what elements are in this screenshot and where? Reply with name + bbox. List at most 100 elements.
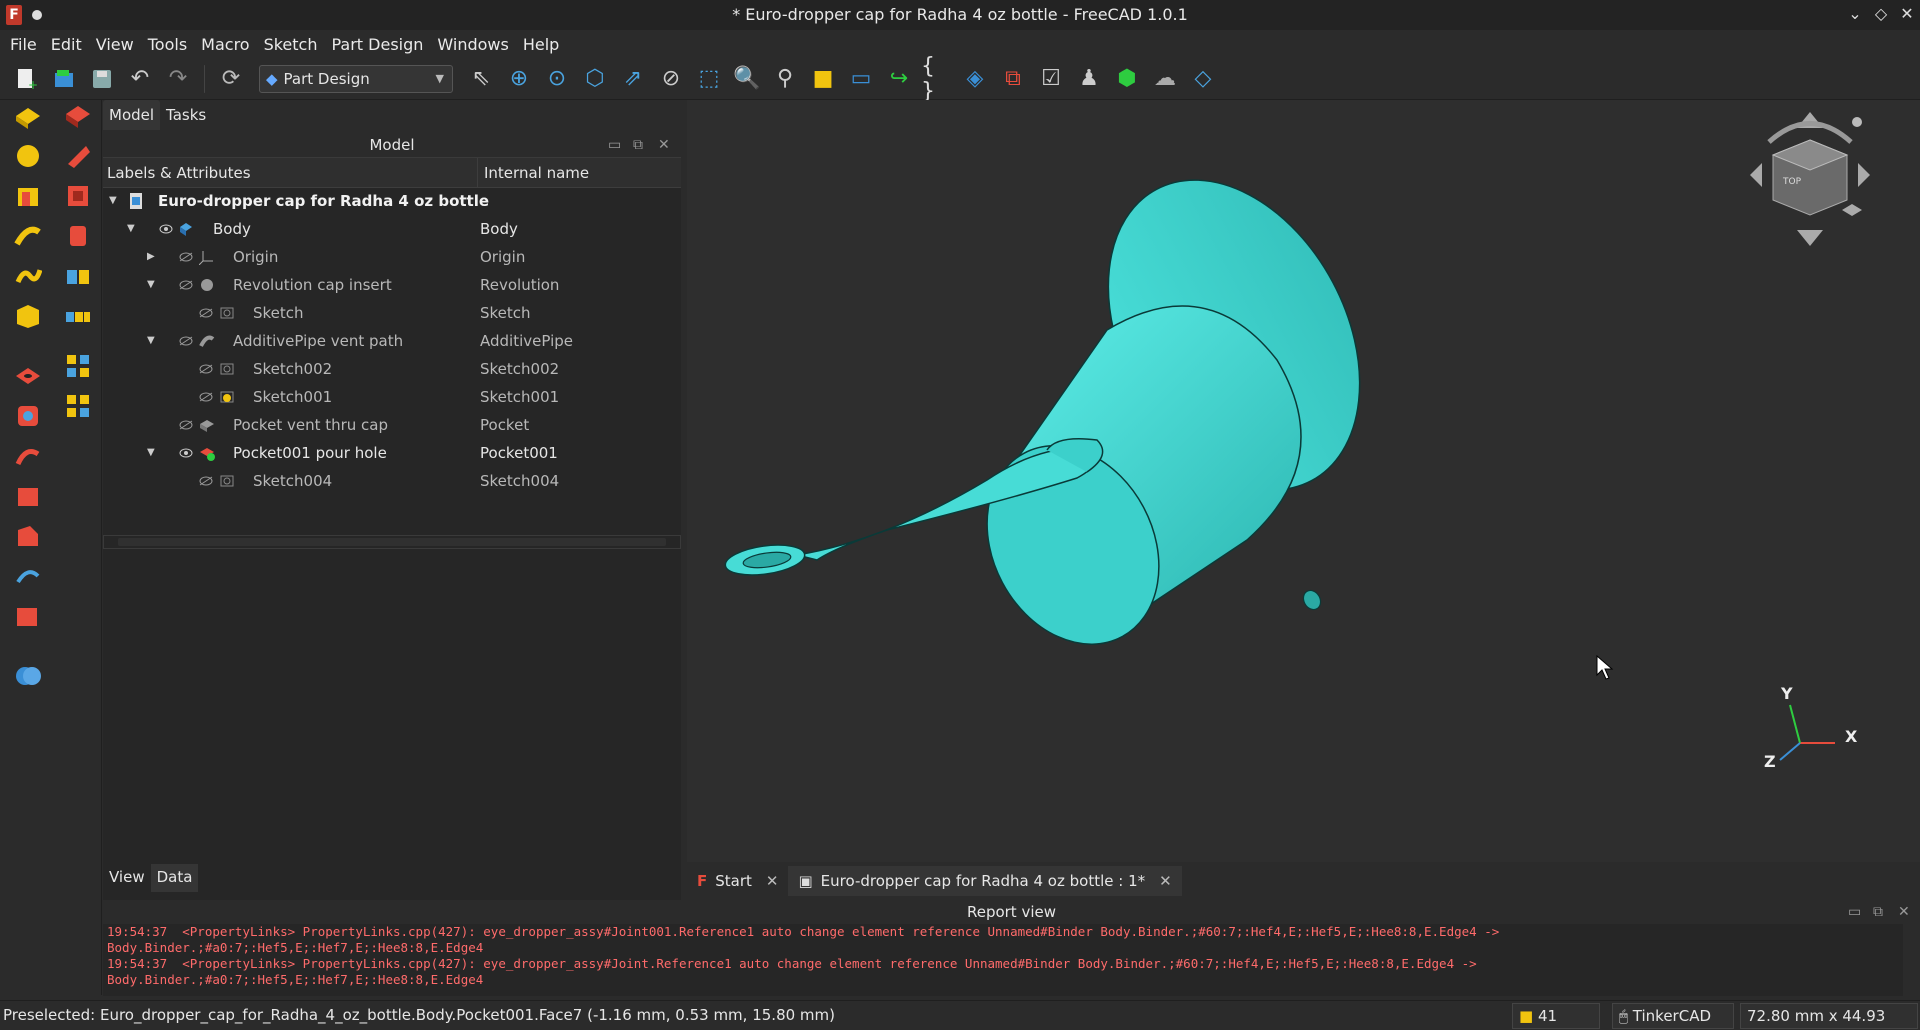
sub-shape-binder-icon[interactable]: ☁ [1149,63,1181,95]
eye-hidden-icon[interactable] [199,364,213,374]
chevron-down-icon[interactable]: ▼ [127,215,135,243]
whats-this-icon[interactable]: ⇖ [465,63,497,95]
draw-style-icon[interactable]: ⊘ [655,63,687,95]
chevron-down-icon[interactable]: ▼ [147,327,155,355]
chevron-right-icon[interactable]: ▶ [147,243,155,271]
multi-transform-icon[interactable] [62,390,94,422]
eye-hidden-icon[interactable] [179,336,193,346]
eye-icon[interactable] [159,224,173,234]
panel-undock-icon[interactable]: ⧉ [633,133,643,157]
chamfer-icon[interactable] [12,520,44,552]
maximize-icon[interactable]: ◇ [1874,4,1888,23]
3d-view[interactable]: TOP X Y Z [687,100,1920,862]
new-document-icon[interactable]: + [10,63,42,95]
boolean-icon[interactable] [12,660,44,692]
tree-item-body[interactable]: ▼ Body Body [103,215,681,243]
save-icon[interactable] [86,63,118,95]
thickness-icon[interactable] [12,600,44,632]
tab-tasks[interactable]: Tasks [160,100,212,130]
close-tab-icon[interactable]: ✕ [766,872,779,890]
fit-selection-icon[interactable]: ⊙ [541,63,573,95]
tree-item-revolution[interactable]: ▼ Revolution cap insert Revolution [103,271,681,299]
workbench-selector[interactable]: ◆ Part Design ▼ [259,64,453,93]
create-sketch-icon[interactable]: ⧉ [997,63,1029,95]
tree-item-sketch002[interactable]: Sketch002 Sketch002 [103,355,681,383]
menu-windows[interactable]: Windows [437,35,508,54]
panel-undock-icon[interactable]: ⧉ [1873,904,1883,920]
refresh-icon[interactable]: ⟳ [215,63,247,95]
eye-hidden-icon[interactable] [179,280,193,290]
additive-primitive-icon[interactable] [12,300,44,332]
navigation-cube[interactable]: TOP [1750,112,1870,246]
validate-sketch-icon[interactable]: ☑ [1035,63,1067,95]
redo-icon[interactable]: ↷ [162,63,194,95]
link-icon[interactable]: ↪ [883,63,915,95]
pad-icon[interactable] [12,100,44,132]
tree-item-document[interactable]: ▼ Euro-dropper cap for Radha 4 oz bottle [103,187,681,215]
menu-sketch[interactable]: Sketch [264,35,318,54]
subtractive-primitive-icon[interactable] [12,400,44,432]
additive-loft-icon[interactable] [12,180,44,212]
polar-pattern-icon[interactable] [62,350,94,382]
window-menu-icon[interactable] [32,10,42,20]
panel-close-icon[interactable]: ✕ [658,133,670,157]
menu-tools[interactable]: Tools [148,35,187,54]
freecad-logo-icon[interactable]: F [6,5,22,25]
tab-model[interactable]: Model [103,100,161,130]
fit-all-icon[interactable]: ⊕ [503,63,535,95]
eye-hidden-icon[interactable] [199,392,213,402]
chevron-down-icon[interactable]: ▼ [147,271,155,299]
model-render[interactable]: TOP X Y Z [687,100,1920,862]
tree-item-sketch[interactable]: Sketch Sketch [103,299,681,327]
undo-icon[interactable]: ↶ [124,63,156,95]
tree-item-additive-pipe[interactable]: ▼ AdditivePipe vent path AdditivePipe [103,327,681,355]
additive-pipe-icon[interactable] [12,220,44,252]
vent-hole[interactable] [1300,587,1324,612]
subtractive-loft-icon[interactable] [62,180,94,212]
panel-float-icon[interactable]: ▭ [1848,904,1861,920]
clone-icon[interactable]: ⬢ [1111,63,1143,95]
subtractive-helix-icon[interactable] [12,440,44,472]
menu-view[interactable]: View [96,35,134,54]
eye-hidden-icon[interactable] [179,420,193,430]
notification-counter[interactable]: ■ 41 [1512,1003,1600,1029]
tree-item-pocket001[interactable]: ▼ Pocket001 pour hole Pocket001 [103,439,681,467]
eye-hidden-icon[interactable] [199,308,213,318]
tree-item-sketch001[interactable]: Sketch001 Sketch001 [103,383,681,411]
measure-icon[interactable]: ⇗ [617,63,649,95]
close-tab-icon[interactable]: ✕ [1159,872,1172,890]
column-labels-attributes[interactable]: Labels & Attributes [107,158,251,188]
datum-plane-icon[interactable]: ◇ [1187,63,1219,95]
nav-arrow-down-icon[interactable] [1797,230,1823,246]
menu-help[interactable]: Help [523,35,559,54]
tree-item-sketch004[interactable]: Sketch004 Sketch004 [103,467,681,495]
tree-item-origin[interactable]: ▶ Origin Origin [103,243,681,271]
close-icon[interactable]: ✕ [1900,4,1914,23]
zoom-icon[interactable]: 🔍 [731,63,763,95]
minimize-icon[interactable]: ⌄ [1848,4,1862,23]
nav-arrow-right-icon[interactable] [1858,163,1870,187]
create-group-icon[interactable]: ▭ [845,63,877,95]
tab-document[interactable]: ▣ Euro-dropper cap for Radha 4 oz bottle… [788,866,1182,896]
view-isometric-icon[interactable]: ⬡ [579,63,611,95]
menu-file[interactable]: File [10,35,37,54]
variable-set-icon[interactable]: { } [921,54,953,104]
chevron-down-icon[interactable]: ▼ [147,439,155,467]
column-internal-name[interactable]: Internal name [477,158,681,188]
create-body-icon[interactable]: ◈ [959,63,991,95]
eye-icon[interactable] [179,448,193,458]
eye-hidden-icon[interactable] [199,476,213,486]
menu-part-design[interactable]: Part Design [331,35,423,54]
menu-edit[interactable]: Edit [51,35,82,54]
view-dimensions[interactable]: 72.80 mm x 44.93 mm [1740,1003,1918,1029]
open-document-icon[interactable] [48,63,80,95]
linear-pattern-icon[interactable] [62,300,94,332]
subtractive-pipe-icon[interactable] [62,220,94,252]
nav-arrow-left-icon[interactable] [1750,163,1762,187]
pocket-icon[interactable] [62,100,94,132]
tab-start[interactable]: F Start ✕ [687,866,788,896]
nav-view-menu-icon[interactable] [1842,204,1862,216]
hole-icon[interactable] [12,360,44,392]
panel-close-icon[interactable]: ✕ [1898,904,1910,920]
mirrored-icon[interactable] [62,260,94,292]
